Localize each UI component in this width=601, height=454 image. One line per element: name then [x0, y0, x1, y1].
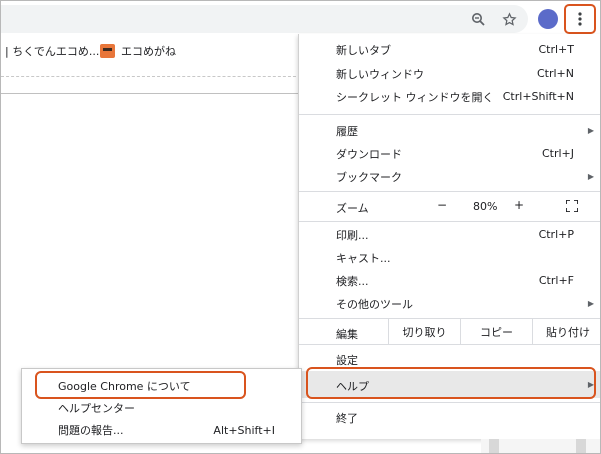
zoom-out-button[interactable]: −: [437, 198, 447, 212]
menu-item-label: 印刷...: [336, 228, 369, 242]
profile-avatar[interactable]: [538, 9, 558, 29]
submenu-arrow-icon: ▶: [587, 172, 594, 181]
menu-item-print[interactable]: 印刷... Ctrl+P: [299, 223, 600, 246]
bookmark-star-icon[interactable]: [498, 8, 520, 30]
zoom-in-button[interactable]: +: [514, 198, 524, 212]
menu-item-label: ダウンロード: [336, 147, 402, 161]
submenu-item-label: 問題の報告...: [58, 424, 124, 437]
menu-item-label: 終了: [336, 411, 358, 425]
menu-separator: [299, 191, 600, 192]
menu-item-downloads[interactable]: ダウンロード Ctrl+J: [299, 142, 600, 165]
zoom-label: ズーム: [336, 202, 369, 215]
menu-item-label: 新しいタブ: [336, 43, 391, 57]
submenu-item-shortcut: Alt+Shift+I: [213, 423, 275, 437]
menu-item-shortcut: Ctrl+F: [538, 274, 574, 287]
menu-item-label: 設定: [336, 353, 358, 367]
toolbar: [1, 1, 600, 34]
fullscreen-icon[interactable]: [565, 199, 579, 213]
copy-button[interactable]: コピー: [460, 319, 532, 344]
zoom-icon[interactable]: [467, 8, 489, 30]
menu-item-new-window[interactable]: 新しいウィンドウ Ctrl+N: [299, 62, 600, 85]
menu-separator: [299, 402, 600, 403]
browser-window: | ちくでんエコめ... エコめがね 新しいタブ Ctrl+T 新しいウィンドウ…: [0, 0, 601, 454]
menu-item-bookmarks[interactable]: ブックマーク ▶: [299, 165, 600, 188]
menu-item-find[interactable]: 検索... Ctrl+F: [299, 269, 600, 292]
menu-item-label: 検索...: [336, 274, 369, 288]
menu-button-highlight: [564, 4, 596, 34]
menu-item-shortcut: Ctrl+Shift+N: [502, 90, 574, 103]
menu-item-label: シークレット ウィンドウを開く: [336, 90, 494, 104]
menu-item-new-tab[interactable]: 新しいタブ Ctrl+T: [299, 38, 600, 61]
menu-item-cast[interactable]: キャスト...: [299, 246, 600, 269]
submenu-item-report-issue[interactable]: 問題の報告... Alt+Shift+I: [22, 419, 303, 441]
menu-separator: [299, 114, 600, 115]
submenu-item-label: ヘルプセンター: [58, 402, 135, 415]
menu-item-label: その他のツール: [336, 297, 413, 311]
menu-item-zoom: ズーム − 80% +: [299, 194, 600, 219]
about-highlight: [35, 371, 246, 399]
menu-item-shortcut: Ctrl+T: [538, 43, 574, 56]
menu-item-exit[interactable]: 終了: [299, 406, 600, 429]
menu-item-shortcut: Ctrl+P: [538, 228, 574, 241]
decorative-block: [576, 439, 586, 453]
decorative-block: [489, 439, 499, 453]
menu-item-incognito[interactable]: シークレット ウィンドウを開く Ctrl+Shift+N: [299, 85, 600, 108]
menu-item-shortcut: Ctrl+N: [536, 67, 574, 80]
menu-item-label: ブックマーク: [336, 170, 402, 184]
address-bar[interactable]: [1, 5, 528, 33]
menu-item-history[interactable]: 履歴 ▶: [299, 119, 600, 142]
zoom-level: 80%: [473, 200, 498, 213]
bookmark-favicon-icon: [100, 44, 115, 58]
divider: [1, 93, 301, 94]
paste-button[interactable]: 貼り付け: [532, 319, 600, 344]
menu-item-edit: 編集 切り取り コピー 貼り付け: [299, 319, 600, 344]
menu-separator: [299, 344, 600, 345]
menu-item-label: 履歴: [336, 124, 358, 138]
submenu-arrow-icon: ▶: [587, 126, 594, 135]
submenu-item-help-center[interactable]: ヘルプセンター: [22, 397, 303, 419]
menu-item-label: 新しいウィンドウ: [336, 67, 424, 81]
menu-item-shortcut: Ctrl+J: [541, 147, 574, 160]
menu-separator: [299, 221, 600, 222]
help-highlight: [306, 367, 596, 399]
bookmark-item[interactable]: エコめがね: [121, 43, 176, 59]
cut-button[interactable]: 切り取り: [388, 319, 460, 344]
menu-item-more-tools[interactable]: その他のツール ▶: [299, 292, 600, 315]
submenu-arrow-icon: ▶: [587, 299, 594, 308]
page-background: [481, 439, 600, 453]
menu-item-label: キャスト...: [336, 251, 391, 265]
edit-label: 編集: [336, 328, 358, 341]
bookmark-item[interactable]: | ちくでんエコめ...: [5, 43, 99, 59]
divider: [1, 76, 301, 77]
